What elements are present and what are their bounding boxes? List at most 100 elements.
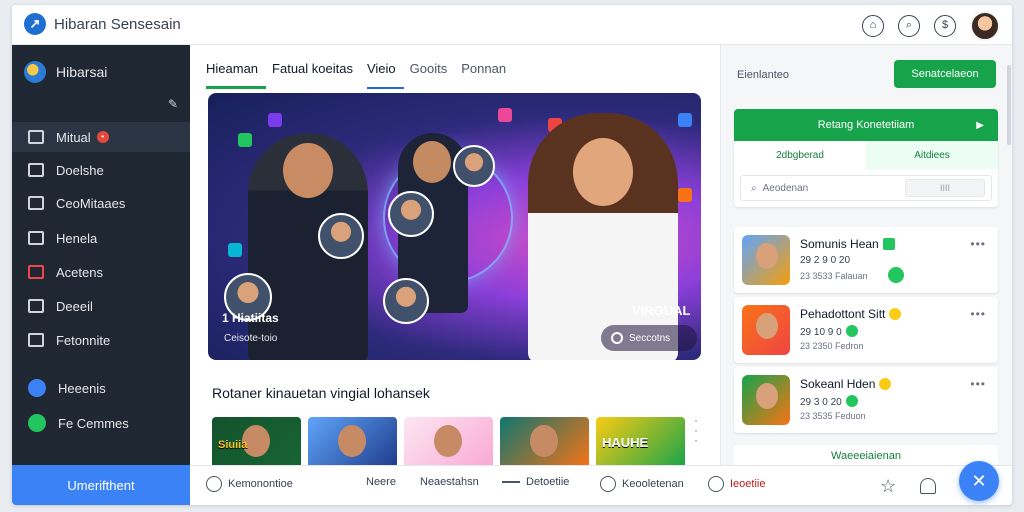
connect-card-header[interactable]: Retang Konetetiiam ▶ — [734, 109, 998, 141]
contact-name-text: Sokeanl Hden — [800, 377, 876, 391]
hero-action-label: Seccotns — [629, 332, 671, 344]
thumbnail-face — [434, 425, 462, 457]
hero-banner[interactable]: 1 Hiatiitas Ceisote-toio VIRGUAL Seccotn… — [208, 93, 701, 360]
sidebar-header[interactable]: Hibarsai — [24, 61, 107, 83]
contact-line1-text: 29 10 9 0 — [800, 327, 842, 338]
tab-fatual-koeitas[interactable]: Fatual koeitas — [272, 61, 361, 89]
emoji-icon — [889, 308, 902, 320]
search-icon[interactable]: ⌕ — [898, 15, 920, 37]
panel-primary-button[interactable]: Senatcelaeon — [894, 60, 996, 88]
sidebar-item-label: Deeeil — [56, 298, 93, 314]
pin-icon[interactable]: ✎ — [168, 97, 178, 111]
hero-action-button[interactable]: Seccotns — [601, 325, 697, 351]
sidebar-item-doelshe[interactable]: Doelshe — [12, 155, 190, 185]
contact-line2: 23 3535 Feduon — [800, 411, 866, 421]
currency-icon[interactable]: $ — [934, 15, 956, 37]
connect-subtabs: 2dbgberad Aitdiees — [734, 141, 998, 169]
contact-card[interactable]: Somunis Hean 29 2 9 0 20 23 3533 Falauan… — [734, 227, 998, 293]
document-icon — [28, 163, 44, 177]
video-thumbnail[interactable] — [500, 417, 589, 469]
sidebar-item-label: Acetens — [56, 264, 103, 280]
contact-avatar — [742, 375, 790, 425]
tab-gooits[interactable]: Gooits — [410, 61, 456, 89]
top-icons: ⌂ ⌕ $ — [862, 11, 1000, 41]
more-options-icon[interactable]: ••• — [970, 307, 986, 321]
contact-face — [756, 243, 778, 269]
bell-icon[interactable] — [920, 478, 936, 494]
video-thumbnail[interactable]: HAUHE — [596, 417, 685, 469]
more-vertical-icon[interactable]: · · · — [694, 414, 698, 446]
participant-bubble[interactable] — [318, 213, 364, 259]
clock-icon — [708, 476, 724, 492]
video-thumbnail[interactable] — [308, 417, 397, 469]
video-thumbnail[interactable] — [404, 417, 493, 469]
user-avatar[interactable] — [970, 11, 1000, 41]
leaf-icon — [882, 238, 895, 250]
sidebar-item-label: Henela — [56, 230, 98, 246]
more-options-icon[interactable]: ••• — [970, 377, 986, 391]
sidebar-item-label: Doelshe — [56, 162, 104, 178]
participant-bubble[interactable] — [388, 191, 434, 237]
status-icon — [845, 395, 858, 407]
hero-subtitle: Ceisote-toio — [224, 333, 278, 344]
participant-bubble[interactable] — [453, 145, 495, 187]
contact-line2: 23 2350 Fedron — [800, 341, 864, 351]
subtab-first[interactable]: 2dbgberad — [734, 141, 866, 169]
brand[interactable]: ↗ Hibaran Sensesain — [24, 13, 181, 35]
contact-line1-text: 29 3 0 20 — [800, 397, 842, 408]
play-icon[interactable] — [888, 267, 904, 283]
star-icon[interactable]: ☆ — [880, 476, 896, 497]
app-tile-icon — [498, 108, 512, 122]
sidebar-item-deeeil[interactable]: Deeeil — [12, 291, 190, 321]
list-icon — [28, 333, 44, 347]
contact-card[interactable]: Sokeanl Hden 29 3 0 20 23 3535 Feduon ••… — [734, 367, 998, 433]
bottom-item-label: Kemonontioe — [228, 478, 293, 490]
sidebar-item-label: Heeenis — [58, 380, 106, 396]
thumbnail-face — [338, 425, 366, 457]
home-icon[interactable]: ⌂ — [862, 15, 884, 37]
app-title: Hibaran Sensesain — [54, 15, 181, 33]
sidebar-item-fe-cemmes[interactable]: Fe Cemmes — [12, 408, 190, 438]
bottom-item-neere[interactable]: Neere — [366, 476, 396, 488]
participant-bubble[interactable] — [383, 278, 429, 324]
sidebar-header-label: Hibarsai — [56, 64, 108, 80]
bottom-item-detoetiie[interactable]: Detoetiie — [502, 476, 569, 488]
sidebar-item-acetens[interactable]: Acetens — [12, 257, 190, 287]
sidebar-item-ceomitaaes[interactable]: CeoMitaaes — [12, 188, 190, 218]
video-thumbnail[interactable]: Siuiia — [212, 417, 301, 469]
chevron-right-icon: ▶ — [976, 119, 984, 131]
bottom-item-keooletenan[interactable]: Keooletenan — [600, 476, 684, 492]
contact-card[interactable]: Pehadottont Sitt 29 10 9 0 23 2350 Fedro… — [734, 297, 998, 363]
bottom-item-ieoetiie[interactable]: Ieoetiie — [708, 476, 765, 492]
sidebar-cta-button[interactable]: Umerifthent — [12, 465, 190, 505]
search-filter-button[interactable]: IIII — [905, 179, 985, 197]
sidebar-item-henela[interactable]: Henela — [12, 223, 190, 253]
tab-ponnan[interactable]: Ponnan — [461, 61, 514, 89]
subtab-second[interactable]: Aitdiees — [866, 141, 998, 169]
right-panel-scrollbar[interactable] — [1007, 65, 1011, 145]
connect-card-title: Retang Konetetiiam — [817, 119, 915, 131]
contact-line1: 29 10 9 0 — [800, 325, 858, 338]
recommendations-row: Siuiia HAUHE — [212, 417, 685, 469]
app-tile-icon — [678, 188, 692, 202]
thumbnail-label: HAUHE — [602, 435, 649, 450]
contact-line1: 29 2 9 0 20 — [800, 255, 851, 266]
bottom-item-label: Detoetiie — [526, 476, 570, 488]
bottom-item-kemonontioe[interactable]: Kemonontioe — [206, 476, 293, 492]
tab-hieaman[interactable]: Hieaman — [206, 61, 267, 89]
bottom-item-label: Neere — [366, 476, 396, 488]
sidebar-item-mitual[interactable]: Mitual • — [12, 122, 190, 152]
bottom-item-neaestahsn[interactable]: Neaestahsn — [420, 476, 479, 488]
bottom-toolbar: Kemonontioe Neere Neaestahsn Detoetiie K… — [190, 461, 1012, 505]
sidebar-item-heeenis[interactable]: Heeenis — [12, 373, 190, 403]
floating-action-button[interactable]: ✕ — [959, 461, 999, 501]
contact-search-input[interactable]: ⌕ Aeodenan IIII — [740, 175, 992, 201]
app-window: ↗ Hibaran Sensesain ⌂ ⌕ $ Hibarsai ✎ Mit… — [12, 5, 1012, 505]
more-options-icon[interactable]: ••• — [970, 237, 986, 251]
tab-vieio[interactable]: Vieio — [366, 61, 404, 89]
notification-badge: • — [96, 131, 109, 143]
recommendations-title: Rotaner kinauetan vingial lohansek — [212, 385, 430, 401]
bottom-item-label: Ieoetiie — [730, 478, 766, 490]
sidebar-item-fetonnite[interactable]: Fetonnite — [12, 325, 190, 355]
contact-face — [756, 383, 778, 409]
